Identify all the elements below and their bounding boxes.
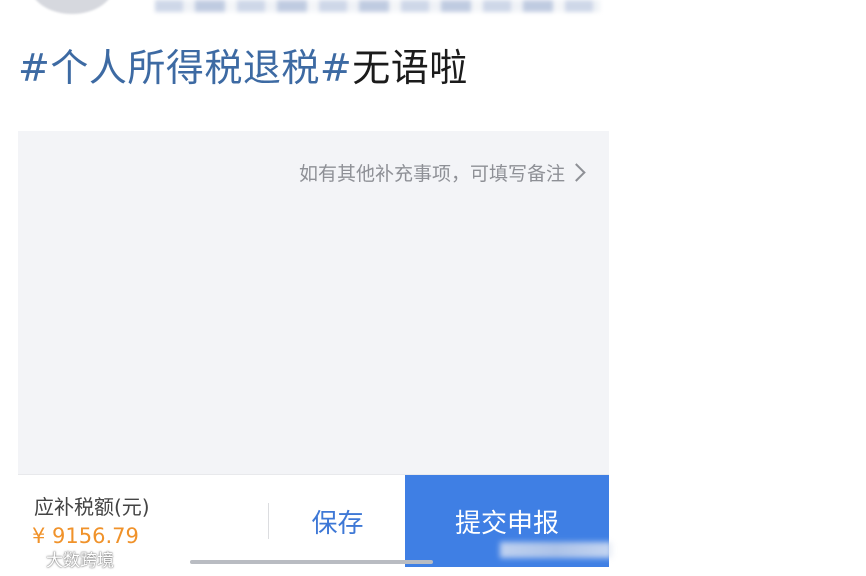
post-text: 无语啦 [352, 46, 468, 90]
blurred-watermark [500, 542, 612, 558]
divider [268, 503, 269, 539]
avatar[interactable] [30, 0, 114, 14]
remark-link-label: 如有其他补充事项，可填写备注 [298, 163, 565, 185]
remark-link[interactable]: 如有其他补充事项，可填写备注 [298, 159, 586, 186]
amount-value: ¥ 9156.79 [32, 524, 139, 548]
hashtag-link[interactable]: #个人所得税退税# [18, 46, 352, 90]
watermark-text: 大数跨境 [46, 551, 114, 571]
home-indicator [190, 560, 433, 564]
amount-label: 应补税额(元) [34, 495, 150, 519]
blurred-username [155, 0, 600, 12]
post-title: #个人所得税退税#无语啦 [18, 42, 468, 94]
screenshot-panel: 如有其他补充事项，可填写备注 [18, 131, 609, 476]
watermark: 大数跨境 [6, 546, 114, 571]
page: #个人所得税退税#无语啦 如有其他补充事项，可填写备注 应补税额(元) ¥ 91… [0, 0, 866, 576]
watermark-logo-icon [7, 551, 39, 566]
save-button[interactable]: 保存 [270, 475, 405, 567]
chevron-right-icon [567, 163, 586, 182]
